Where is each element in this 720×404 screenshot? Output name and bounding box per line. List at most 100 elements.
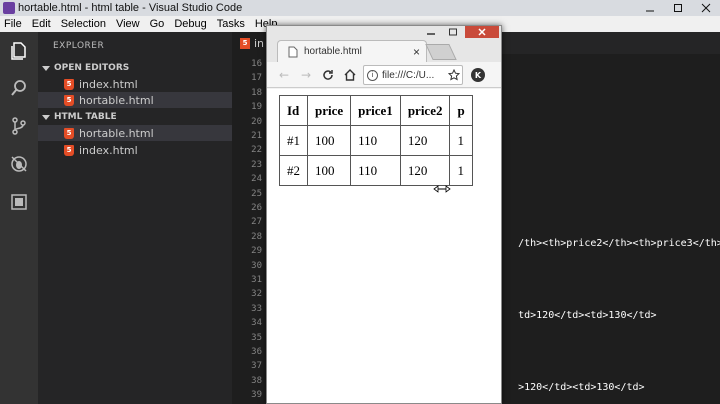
table-row: #1 100 110 120 1	[279, 125, 473, 156]
maximize-icon[interactable]	[664, 0, 692, 16]
table-cell: #1	[279, 125, 308, 156]
window-titlebar: hortable.html - html table - Visual Stud…	[0, 0, 720, 16]
line-number: 29	[251, 246, 262, 257]
table-cell: 100	[306, 155, 352, 186]
files-icon[interactable]	[7, 38, 31, 62]
chevron-down-icon	[42, 65, 50, 71]
new-tab-button[interactable]	[425, 44, 457, 60]
browser-maximize-icon[interactable]	[443, 26, 463, 38]
menu-view[interactable]: View	[116, 18, 140, 30]
line-number: 33	[251, 303, 262, 314]
minimize-icon[interactable]	[636, 0, 664, 16]
line-number-gutter: 16 17 18 19 20 21 22 23 24 25 26 27 28 29 30 31 32 33 34 35…	[232, 54, 266, 404]
back-icon[interactable]: ←	[275, 66, 293, 84]
table-cell: 110	[350, 155, 401, 186]
table-row: #2 100 110 120 1	[279, 155, 473, 186]
search-icon[interactable]	[7, 76, 31, 100]
window-title: hortable.html - html table - Visual Stud…	[18, 2, 243, 14]
line-number: 35	[251, 332, 262, 343]
html-file-icon: 5	[64, 127, 74, 139]
open-editors-section[interactable]: OPEN EDITORS	[38, 60, 232, 76]
line-number: 20	[251, 116, 262, 127]
tab-close-icon[interactable]: ×	[413, 45, 420, 59]
header-price: price	[306, 95, 352, 126]
line-number: 24	[251, 174, 262, 185]
activity-bar	[0, 32, 38, 404]
html-file-icon: 5	[64, 78, 74, 90]
line-number: 16	[251, 59, 262, 69]
line-number: 39	[251, 390, 262, 401]
browser-tab[interactable]: hortable.html ×	[277, 40, 427, 62]
line-number: 25	[251, 188, 262, 199]
menu-file[interactable]: File	[4, 18, 22, 30]
line-number: 18	[251, 87, 262, 98]
resize-cursor-icon	[433, 185, 451, 193]
browser-minimize-icon[interactable]	[421, 26, 441, 38]
menu-go[interactable]: Go	[150, 18, 165, 30]
star-icon[interactable]	[445, 66, 463, 84]
reload-icon[interactable]	[319, 66, 337, 84]
open-editor-index[interactable]: 5 index.html	[38, 76, 232, 92]
header-partial: p	[449, 95, 473, 126]
line-number: 28	[251, 231, 262, 242]
table-cell: 110	[350, 125, 401, 156]
browser-page: Id price price1 price2 p #1 100 110 120 …	[267, 89, 501, 403]
menu-edit[interactable]: Edit	[32, 18, 51, 30]
header-price1: price1	[350, 95, 401, 126]
code-line-28[interactable]: /th><th>price2</th><th>price3</th>	[494, 227, 720, 260]
header-id: Id	[279, 95, 308, 126]
info-icon: i	[367, 69, 378, 81]
project-file-index[interactable]: 5 index.html	[38, 142, 232, 158]
address-text: file:///C:/U...	[382, 69, 435, 81]
line-number: 30	[251, 260, 262, 271]
browser-tabstrip: hortable.html ×	[267, 40, 501, 62]
line-number: 23	[251, 159, 262, 170]
code-line-38[interactable]: >120</td><td>130</td>	[494, 371, 644, 404]
line-number: 34	[251, 318, 262, 329]
code-line-33[interactable]: td>120</td><td>130</td>	[494, 299, 656, 332]
html-file-icon: 5	[64, 94, 74, 106]
chevron-down-icon	[42, 114, 50, 120]
explorer-title: EXPLORER	[53, 41, 105, 51]
line-number: 38	[251, 375, 262, 386]
header-price2: price2	[399, 95, 451, 126]
price-table: Id price price1 price2 p #1 100 110 120 …	[279, 95, 473, 186]
line-number: 17	[251, 73, 262, 84]
browser-tab-title: hortable.html	[304, 46, 362, 57]
project-file-hortable[interactable]: 5 hortable.html	[38, 125, 232, 141]
line-number: 19	[251, 102, 262, 113]
html-file-icon: 5	[240, 37, 250, 49]
table-header-row: Id price price1 price2 p	[279, 95, 473, 126]
browser-close-icon[interactable]	[465, 26, 499, 38]
line-number: 27	[251, 217, 262, 228]
line-number: 22	[251, 145, 262, 156]
line-number: 21	[251, 131, 262, 141]
table-cell: 120	[399, 125, 451, 156]
line-number: 26	[251, 203, 262, 213]
source-control-icon[interactable]	[7, 114, 31, 138]
project-section[interactable]: HTML TABLE	[38, 109, 232, 125]
table-cell: 1	[449, 155, 473, 186]
forward-icon[interactable]: →	[297, 66, 315, 84]
menu-debug[interactable]: Debug	[174, 18, 206, 30]
explorer-sidebar: EXPLORER OPEN EDITORS 5 index.html 5 hor…	[38, 32, 232, 404]
table-cell: 100	[306, 125, 352, 156]
line-number: 37	[251, 361, 262, 372]
table-cell: 1	[449, 125, 473, 156]
html-file-icon: 5	[64, 144, 74, 156]
line-number: 32	[251, 289, 262, 300]
open-editor-hortable[interactable]: 5 hortable.html	[38, 92, 232, 108]
vscode-logo-icon	[3, 2, 15, 14]
browser-titlebar	[267, 26, 501, 40]
home-icon[interactable]	[341, 66, 359, 84]
menu-tasks[interactable]: Tasks	[217, 18, 245, 30]
debug-icon[interactable]	[7, 152, 31, 176]
page-icon	[288, 46, 298, 57]
extensions-icon[interactable]	[7, 190, 31, 214]
menu-selection[interactable]: Selection	[61, 18, 106, 30]
close-window-icon[interactable]	[692, 0, 720, 16]
browser-toolbar: ← → i file:///C:/U... K	[267, 62, 501, 88]
table-cell: 120	[399, 155, 451, 186]
line-number: 31	[251, 275, 262, 285]
profile-avatar[interactable]: K	[469, 66, 487, 84]
